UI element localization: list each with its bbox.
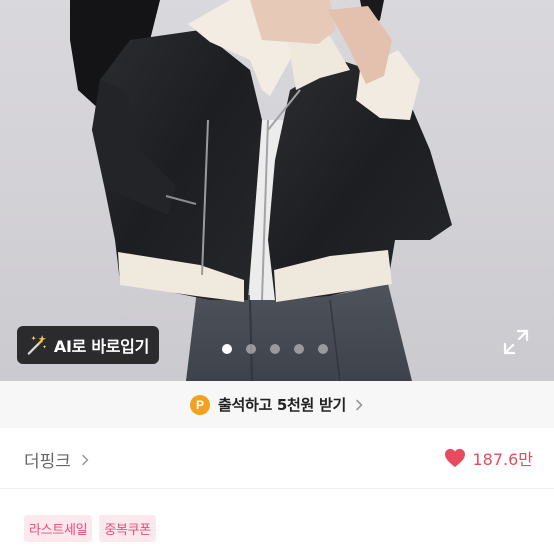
carousel-dot[interactable] (270, 344, 280, 354)
attendance-banner[interactable]: P 출석하고 5천원 받기 (0, 381, 554, 428)
carousel-dot[interactable] (246, 344, 256, 354)
like-button[interactable]: 187.6만 (444, 446, 533, 470)
carousel-indicator (222, 344, 328, 354)
shop-name: 더핑크 (24, 452, 71, 472)
chevron-right-icon (356, 399, 363, 410)
carousel-dot[interactable] (294, 344, 304, 354)
product-photo (70, 0, 452, 381)
heart-icon (445, 448, 466, 468)
like-count: 187.6만 (472, 450, 533, 469)
ai-try-on-button[interactable]: AI로 바로입기 (17, 326, 159, 364)
shop-link[interactable]: 더핑크 (24, 447, 89, 472)
ai-try-on-label: AI로 바로입기 (53, 337, 149, 356)
point-coin-icon: P (190, 394, 210, 415)
product-badges: 라스트세일 중복쿠폰 (24, 515, 156, 542)
expand-icon[interactable] (503, 329, 529, 355)
product-image[interactable]: AI로 바로입기 (0, 0, 554, 381)
chevron-right-icon (82, 454, 89, 465)
carousel-dot[interactable] (318, 344, 328, 354)
carousel-dot[interactable] (222, 344, 232, 354)
badge-duplicate-coupon: 중복쿠폰 (99, 515, 156, 542)
attendance-banner-text: 출석하고 5천원 받기 (218, 396, 346, 414)
shop-row: 더핑크 187.6만 (0, 428, 554, 489)
badge-last-sale: 라스트세일 (24, 515, 93, 542)
magic-wand-icon (27, 334, 47, 355)
